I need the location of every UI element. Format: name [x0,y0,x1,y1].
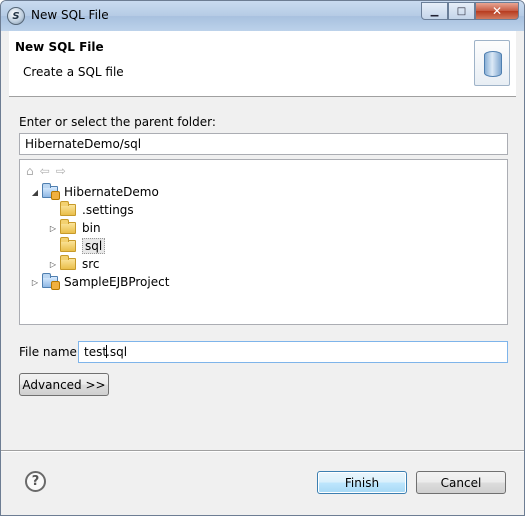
tree-item-label: bin [82,221,101,235]
banner-subtitle: Create a SQL file [23,65,124,79]
tree-toolbar: ⌂ ⇦ ⇨ [26,164,66,178]
finish-button[interactable]: Finish [317,471,407,494]
tree-item-bin[interactable]: ▷ bin [48,219,101,237]
title-bar[interactable]: S New SQL File ▁ □ ✕ [1,1,524,31]
parent-folder-label: Enter or select the parent folder: [19,115,216,129]
footer-divider [1,450,524,452]
folder-icon [60,255,76,270]
app-icon: S [7,7,25,25]
tree-item-hibernatedemo[interactable]: ◢ HibernateDemo [30,183,159,201]
back-arrow-icon[interactable]: ⇦ [40,164,50,178]
database-cylinder-icon [484,51,502,77]
collapse-triangle-icon[interactable]: ◢ [30,188,40,197]
expand-triangle-icon[interactable]: ▷ [30,278,40,287]
file-name-text: test [84,345,108,359]
tree-item-label: .settings [82,203,134,217]
tree-item-sampleejbproject[interactable]: ▷ SampleEJBProject [30,273,169,291]
parent-folder-input[interactable]: HibernateDemo/sql [19,133,508,155]
folder-tree[interactable]: ⌂ ⇦ ⇨ ◢ HibernateDemo .settings ▷ bin sq… [19,159,508,325]
tree-item-label: src [82,257,100,271]
file-name-label: File name: [19,345,81,359]
window-title: New SQL File [31,8,109,22]
project-folder-icon [42,273,60,290]
window-controls: ▁ □ ✕ [421,2,519,20]
minimize-button[interactable]: ▁ [421,2,448,20]
tree-item-label: HibernateDemo [64,185,159,199]
forward-arrow-icon[interactable]: ⇨ [56,164,66,178]
folder-icon [60,219,76,234]
banner-title: New SQL File [15,40,104,54]
new-sql-file-dialog: S New SQL File ▁ □ ✕ New SQL File Create… [0,0,525,516]
maximize-button[interactable]: □ [448,2,475,20]
help-icon[interactable]: ? [25,471,46,492]
tree-item-label-selected: sql [82,238,106,254]
cancel-button[interactable]: Cancel [416,471,506,494]
expand-triangle-icon[interactable]: ▷ [48,224,58,233]
tree-item-sql[interactable]: sql [48,237,106,255]
tree-item-src[interactable]: ▷ src [48,255,100,273]
database-wizard-icon [474,40,510,86]
folder-icon [60,201,76,216]
wizard-banner: New SQL File Create a SQL file [9,31,516,97]
folder-icon [60,237,76,252]
file-name-extension: .sql [106,345,128,359]
file-name-input[interactable]: test.sql [78,341,508,363]
expand-triangle-icon[interactable]: ▷ [48,260,58,269]
tree-item-settings[interactable]: .settings [48,201,134,219]
close-button[interactable]: ✕ [475,2,519,20]
home-icon[interactable]: ⌂ [26,164,34,178]
tree-item-label: SampleEJBProject [64,275,170,289]
advanced-button[interactable]: Advanced >> [19,373,109,396]
project-folder-icon [42,183,60,200]
